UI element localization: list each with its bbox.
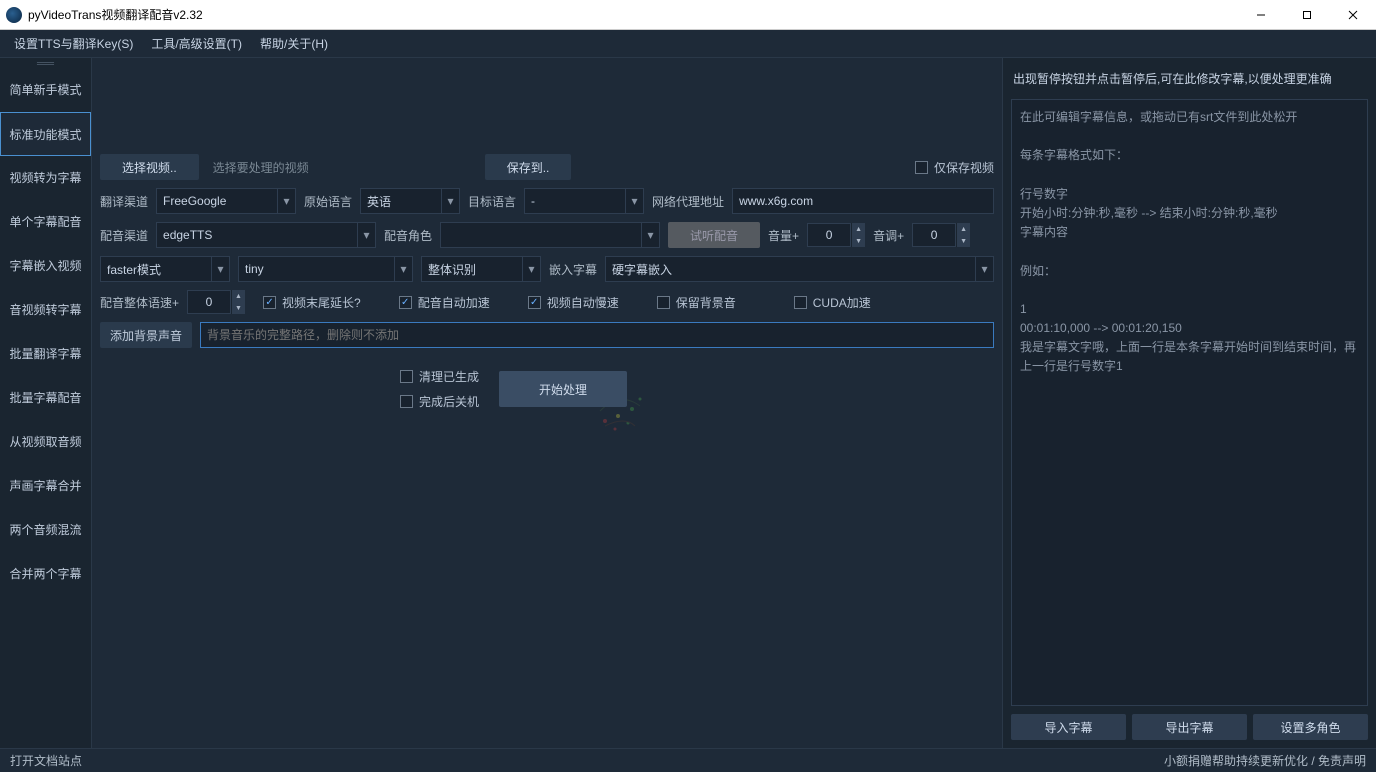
sidebar-item-9[interactable]: 声画字幕合并 <box>0 464 91 508</box>
window-controls <box>1238 0 1376 30</box>
menu-tools[interactable]: 工具/高级设置(T) <box>145 31 248 56</box>
dub-channel-label: 配音渠道 <box>100 227 148 244</box>
auto-slow-checkbox[interactable]: 视频自动慢速 <box>528 294 619 311</box>
import-subtitle-button[interactable]: 导入字幕 <box>1011 714 1126 740</box>
volume-spinner[interactable]: ▲▼ <box>807 223 865 247</box>
sidebar-item-6[interactable]: 批量翻译字幕 <box>0 332 91 376</box>
dub-role-label: 配音角色 <box>384 227 432 244</box>
subtitle-editor[interactable]: 在此可编辑字幕信息，或拖动已有srt文件到此处松开 每条字幕格式如下： 行号数字… <box>1011 99 1368 706</box>
sidebar-item-5[interactable]: 音视频转字幕 <box>0 288 91 332</box>
target-lang-select[interactable]: -▾ <box>524 188 644 214</box>
minimize-button[interactable] <box>1238 0 1284 30</box>
proxy-label: 网络代理地址 <box>652 193 724 210</box>
donate-link[interactable]: 小额捐赠帮助持续更新优化 / 免责声明 <box>1164 752 1366 769</box>
sidebar: ══ 简单新手模式标准功能模式视频转为字幕单个字幕配音字幕嵌入视频音视频转字幕批… <box>0 58 92 748</box>
embed-subtitle-select[interactable]: 硬字幕嵌入▾ <box>605 256 994 282</box>
pitch-label: 音调+ <box>873 227 904 244</box>
sidebar-item-4[interactable]: 字幕嵌入视频 <box>0 244 91 288</box>
source-lang-select[interactable]: 英语▾ <box>360 188 460 214</box>
recognize-select[interactable]: 整体识别▾ <box>421 256 541 282</box>
keep-bg-checkbox[interactable]: 保留背景音 <box>657 294 736 311</box>
dub-role-select[interactable]: ▾ <box>440 222 660 248</box>
shutdown-after-checkbox[interactable]: 完成后关机 <box>400 393 479 410</box>
sidebar-item-7[interactable]: 批量字幕配音 <box>0 376 91 420</box>
sidebar-item-2[interactable]: 视频转为字幕 <box>0 156 91 200</box>
multirole-button[interactable]: 设置多角色 <box>1253 714 1368 740</box>
translate-channel-label: 翻译渠道 <box>100 193 148 210</box>
title-bar: pyVideoTrans视频翻译配音v2.32 <box>0 0 1376 30</box>
proxy-input[interactable] <box>732 188 994 214</box>
overall-speed-spinner[interactable]: ▲▼ <box>187 290 245 314</box>
menu-bar: 设置TTS与翻译Key(S) 工具/高级设置(T) 帮助/关于(H) <box>0 30 1376 58</box>
volume-label: 音量+ <box>768 227 799 244</box>
app-icon <box>6 7 22 23</box>
sidebar-grip[interactable]: ══ <box>0 58 91 68</box>
translate-channel-select[interactable]: FreeGoogle▾ <box>156 188 296 214</box>
menu-help[interactable]: 帮助/关于(H) <box>254 31 334 56</box>
subtitle-panel-header: 出现暂停按钮并点击暂停后,可在此修改字幕,以便处理更准确 <box>1011 66 1368 91</box>
sidebar-item-8[interactable]: 从视频取音频 <box>0 420 91 464</box>
sidebar-item-11[interactable]: 合并两个字幕 <box>0 552 91 596</box>
start-processing-button[interactable]: 开始处理 <box>499 371 627 407</box>
overall-speed-label: 配音整体语速+ <box>100 294 179 311</box>
embed-subtitle-label: 嵌入字幕 <box>549 261 597 278</box>
only-save-video-checkbox[interactable]: 仅保存视频 <box>915 159 994 176</box>
select-video-hint: 选择要处理的视频 <box>213 159 309 176</box>
extend-tail-checkbox[interactable]: 视频末尾延长? <box>263 294 361 311</box>
source-lang-label: 原始语言 <box>304 193 352 210</box>
pitch-spinner[interactable]: ▲▼ <box>912 223 970 247</box>
add-bg-sound-button[interactable]: 添加背景声音 <box>100 322 192 348</box>
select-video-button[interactable]: 选择视频.. <box>100 154 199 180</box>
maximize-button[interactable] <box>1284 0 1330 30</box>
subtitle-panel: 出现暂停按钮并点击暂停后,可在此修改字幕,以便处理更准确 在此可编辑字幕信息，或… <box>1002 58 1376 748</box>
only-save-video-label: 仅保存视频 <box>934 159 994 176</box>
sidebar-item-0[interactable]: 简单新手模式 <box>0 68 91 112</box>
dub-channel-select[interactable]: edgeTTS▾ <box>156 222 376 248</box>
cuda-checkbox[interactable]: CUDA加速 <box>794 294 871 311</box>
sidebar-item-1[interactable]: 标准功能模式 <box>0 112 91 156</box>
clean-generated-checkbox[interactable]: 清理已生成 <box>400 368 479 385</box>
sidebar-item-3[interactable]: 单个字幕配音 <box>0 200 91 244</box>
target-lang-label: 目标语言 <box>468 193 516 210</box>
preview-dub-button[interactable]: 试听配音 <box>668 222 760 248</box>
save-to-button[interactable]: 保存到.. <box>485 154 572 180</box>
model-size-select[interactable]: tiny▾ <box>238 256 413 282</box>
menu-tts-keys[interactable]: 设置TTS与翻译Key(S) <box>8 31 139 56</box>
export-subtitle-button[interactable]: 导出字幕 <box>1132 714 1247 740</box>
mode-select[interactable]: faster模式▾ <box>100 256 230 282</box>
auto-speed-checkbox[interactable]: 配音自动加速 <box>399 294 490 311</box>
close-button[interactable] <box>1330 0 1376 30</box>
window-title: pyVideoTrans视频翻译配音v2.32 <box>28 6 1238 23</box>
bg-music-path-input[interactable] <box>200 322 994 348</box>
status-bar: 打开文档站点 小额捐赠帮助持续更新优化 / 免责声明 <box>0 748 1376 772</box>
sidebar-item-10[interactable]: 两个音频混流 <box>0 508 91 552</box>
docs-link[interactable]: 打开文档站点 <box>10 752 82 769</box>
main-panel: 选择视频.. 选择要处理的视频 保存到.. 仅保存视频 翻译渠道 FreeGoo… <box>92 58 1002 748</box>
